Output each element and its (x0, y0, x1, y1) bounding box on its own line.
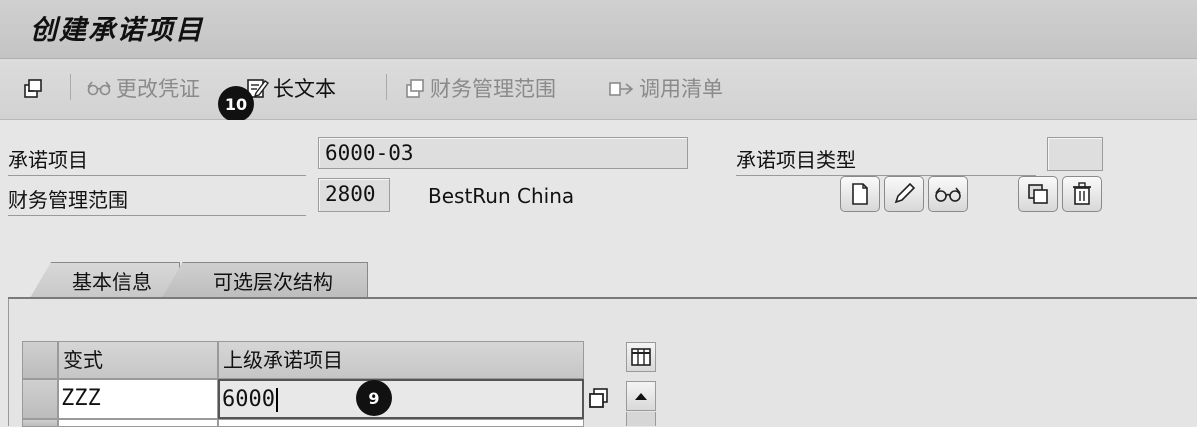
commitment-item-type-field[interactable] (1047, 137, 1103, 171)
commitment-item-field[interactable]: 6000-03 (318, 137, 688, 169)
commitment-item-type-label: 承诺项目类型 (736, 144, 1036, 176)
row-selector[interactable] (22, 379, 58, 419)
vertical-scrollbar-track[interactable] (626, 412, 656, 426)
tab-strip: 基本信息 可选层次结构 (0, 256, 1197, 298)
change-button[interactable] (884, 176, 924, 212)
delete-icon (1073, 182, 1091, 205)
table-settings-icon (631, 348, 651, 366)
tab-alternative-hierarchy-label: 可选层次结构 (213, 270, 333, 294)
title-bar: 创建承诺项目 (0, 0, 1197, 59)
other-object-button[interactable] (22, 73, 48, 103)
parent-item-cell[interactable]: 6000 (218, 379, 584, 419)
delete-button[interactable] (1062, 176, 1102, 212)
parent-item-value: 6000 (222, 387, 275, 412)
change-icon (894, 182, 916, 204)
where-used-label: 调用清单 (639, 77, 723, 101)
tab-basic-info-label: 基本信息 (72, 270, 152, 294)
other-object-icon (24, 79, 42, 98)
column-header-variant[interactable]: 变式 (58, 341, 218, 379)
callout-badge-9: 9 (356, 380, 392, 416)
table-settings-button[interactable] (626, 342, 656, 372)
where-used-icon (609, 82, 634, 96)
value-help-button[interactable] (585, 383, 613, 413)
tab-alternative-hierarchy[interactable]: 可选层次结构 (162, 262, 368, 298)
fm-area-description: BestRun China (428, 184, 575, 208)
glasses-icon (87, 81, 111, 96)
long-text-button[interactable]: 长文本 (245, 73, 336, 103)
variant-value: ZZZ (61, 386, 101, 411)
create-icon (852, 183, 868, 205)
toolbar-separator (386, 74, 387, 100)
window-title: 创建承诺项目 (30, 15, 204, 46)
fm-area-label: 财务管理范围 (8, 184, 306, 216)
copy-button[interactable] (1018, 176, 1058, 212)
change-document-label: 更改凭证 (116, 77, 200, 101)
tab-basic-info[interactable]: 基本信息 (30, 262, 180, 298)
variant-cell[interactable]: ZZZ (58, 379, 218, 419)
display-icon (935, 187, 961, 202)
text-cursor (275, 388, 278, 412)
scroll-up-button[interactable] (626, 381, 656, 411)
long-text-label: 长文本 (273, 77, 336, 101)
fm-area-toolbar-label: 财务管理范围 (430, 77, 556, 101)
select-all-header[interactable] (22, 341, 58, 379)
hierarchy-table: 变式 上级承诺项目 ZZZ 6000 (22, 341, 662, 427)
callout-badge-10: 10 (218, 86, 254, 122)
fm-area-field[interactable]: 2800 (318, 178, 390, 212)
value-help-icon (589, 388, 608, 408)
create-button[interactable] (840, 176, 880, 212)
display-button[interactable] (928, 176, 968, 212)
where-used-button[interactable]: 调用清单 (607, 73, 723, 103)
fm-area-button[interactable]: 财务管理范围 (404, 73, 556, 103)
copy-icon (1028, 184, 1048, 204)
column-header-parent-item[interactable]: 上级承诺项目 (218, 341, 584, 379)
fm-area-icon (406, 79, 424, 98)
toolbar-separator (70, 74, 71, 100)
arrow-up-icon (635, 393, 647, 400)
application-toolbar: 更改凭证 长文本 财务管理范围 调用清单 10 (0, 59, 1197, 122)
change-document-button[interactable]: 更改凭证 (86, 73, 200, 103)
commitment-item-label: 承诺项目 (8, 144, 306, 176)
